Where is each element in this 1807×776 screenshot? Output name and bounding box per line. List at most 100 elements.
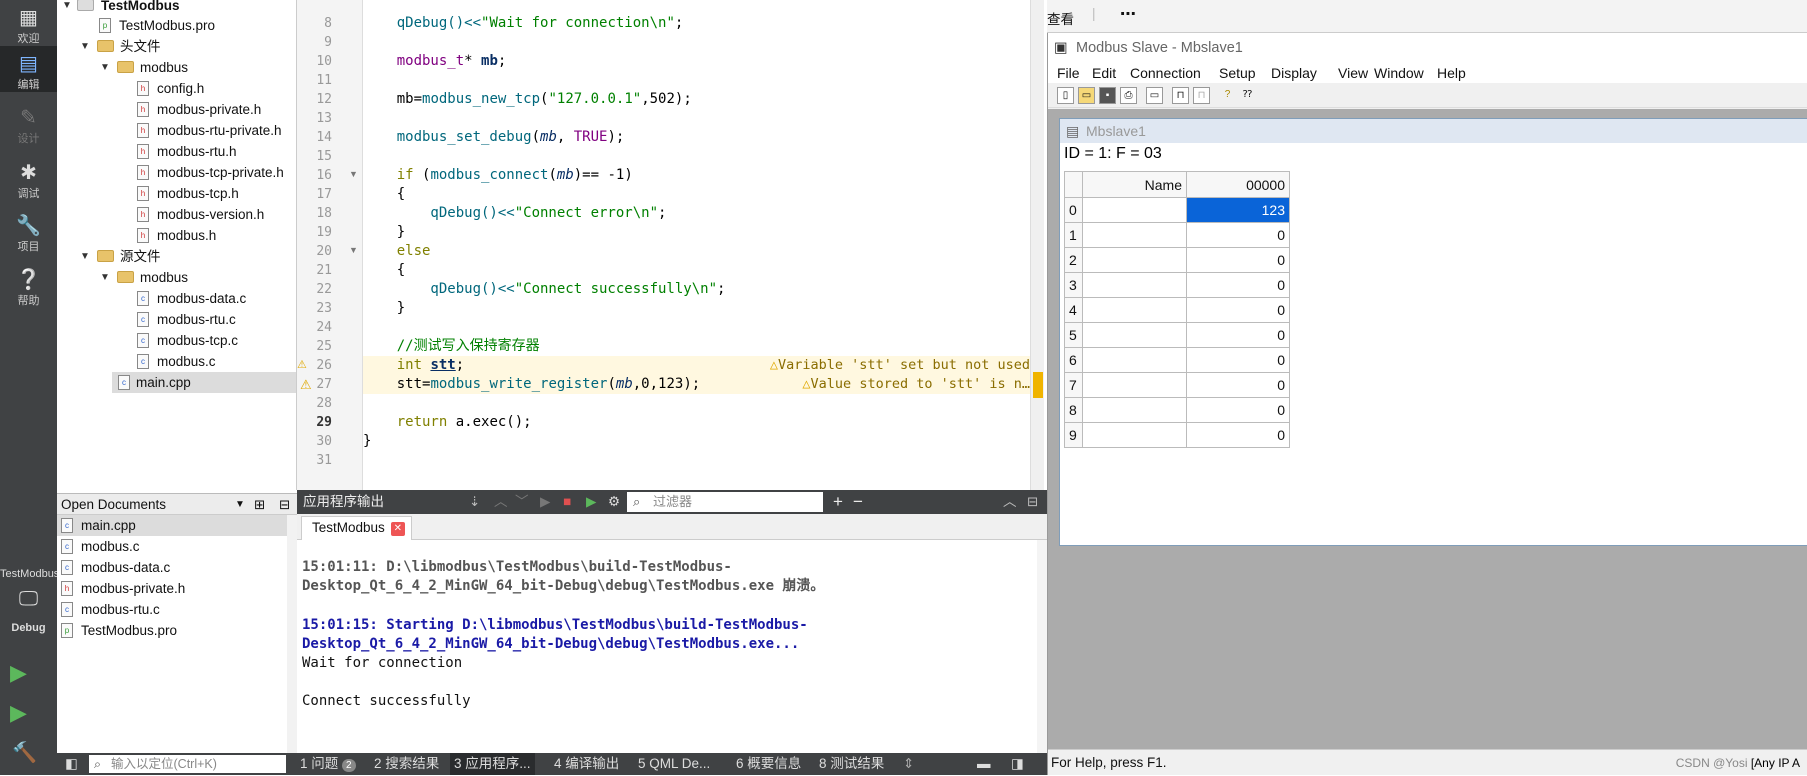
tree-file[interactable]: c modbus-rtu.c: [57, 309, 296, 330]
tree-file[interactable]: h modbus-rtu.h: [57, 141, 296, 162]
updown-icon[interactable]: ⇕: [903, 753, 914, 775]
name-cell[interactable]: [1082, 272, 1187, 298]
mode-edit[interactable]: ▤ 编辑: [0, 46, 57, 92]
close-icon[interactable]: ✕: [390, 522, 405, 536]
chevron-down-icon[interactable]: ▼: [99, 267, 111, 288]
tree-file[interactable]: h modbus-version.h: [57, 204, 296, 225]
warning-annotation[interactable]: △Value stored to 'stt' is n…: [802, 375, 1030, 394]
debug-run-icon[interactable]: ▶: [10, 700, 27, 726]
mode-design[interactable]: ✎ 设计: [0, 100, 57, 146]
name-cell[interactable]: [1082, 222, 1187, 248]
tree-headers-folder[interactable]: ▼ 头文件: [57, 36, 296, 57]
menu-file[interactable]: File: [1057, 63, 1080, 83]
disconnect-icon[interactable]: ⊓: [1193, 87, 1210, 104]
menu-setup[interactable]: Setup: [1219, 63, 1256, 83]
value-cell[interactable]: 123: [1186, 197, 1290, 223]
menu-connection[interactable]: Connection: [1130, 63, 1201, 83]
locator-input[interactable]: ⌕ 输入以定位(Ctrl+K): [89, 755, 286, 773]
tree-headers-modbus[interactable]: ▼ modbus: [57, 57, 296, 78]
warning-icon[interactable]: ⚠: [297, 358, 307, 371]
open-doc-item[interactable]: c modbus-data.c: [57, 557, 287, 578]
status-tab-search[interactable]: 2 搜索结果: [374, 753, 439, 775]
status-tab-issues[interactable]: 1 问题 2: [300, 753, 356, 775]
fold-marker-icon[interactable]: ▼: [349, 169, 358, 179]
mode-projects[interactable]: 🔧 项目: [0, 208, 57, 254]
stop-icon[interactable]: ■: [563, 490, 571, 514]
tree-sources-modbus[interactable]: ▼ modbus: [57, 267, 296, 288]
name-cell[interactable]: [1082, 297, 1187, 323]
gear-icon[interactable]: ⚙: [608, 490, 620, 514]
open-icon[interactable]: ▭: [1078, 87, 1095, 104]
name-cell[interactable]: [1082, 397, 1187, 423]
maximize-icon[interactable]: ︿: [1003, 490, 1017, 514]
tree-file[interactable]: h modbus-private.h: [57, 99, 296, 120]
attach-icon[interactable]: ⇣: [469, 490, 480, 514]
menu-display[interactable]: Display: [1271, 63, 1317, 83]
rerun-icon[interactable]: ▶: [540, 490, 550, 514]
status-tab-tests[interactable]: 8 测试结果: [819, 753, 884, 775]
debug-icon[interactable]: ▶: [586, 490, 596, 514]
value-cell[interactable]: 0: [1186, 272, 1290, 298]
run-icon[interactable]: ▶: [10, 660, 27, 686]
status-tab-app-output[interactable]: 3 应用程序...: [450, 753, 535, 775]
tree-file[interactable]: c modbus.c: [57, 351, 296, 372]
chevron-down-icon[interactable]: ▼: [99, 57, 111, 78]
split-icon[interactable]: ⊞: [254, 494, 265, 515]
warning-annotation[interactable]: △Variable 'stt' set but not used: [770, 356, 1030, 375]
tree-file[interactable]: c modbus-data.c: [57, 288, 296, 309]
value-cell[interactable]: 0: [1186, 422, 1290, 448]
code-editor[interactable]: qDebug()<<"Wait for connection\n"; modbu…: [363, 0, 1030, 490]
save-icon[interactable]: ▪: [1099, 87, 1116, 104]
output-scrollbar[interactable]: [1037, 540, 1047, 753]
chevron-down-icon[interactable]: ▼: [79, 36, 91, 57]
value-cell[interactable]: 0: [1186, 397, 1290, 423]
filter-input[interactable]: ⌕ 过滤器: [627, 492, 823, 512]
dropdown-icon[interactable]: ▼: [235, 494, 245, 515]
tree-sources-folder[interactable]: ▼ 源文件: [57, 246, 296, 267]
name-cell[interactable]: [1082, 322, 1187, 348]
chevron-down-icon[interactable]: ▼: [61, 0, 73, 16]
build-hammer-icon[interactable]: 🔨: [12, 740, 37, 765]
tree-project[interactable]: ▼ TestModbus: [57, 0, 296, 16]
panel-toggle-icon[interactable]: ◨: [1011, 753, 1024, 775]
open-doc-item[interactable]: h modbus-private.h: [57, 578, 287, 599]
close-pane-icon[interactable]: ⊟: [1027, 490, 1038, 514]
mode-help[interactable]: ❔ 帮助: [0, 262, 57, 308]
value-cell[interactable]: 0: [1186, 247, 1290, 273]
new-icon[interactable]: ▯: [1057, 87, 1074, 104]
name-cell[interactable]: [1082, 372, 1187, 398]
tree-file[interactable]: h modbus.h: [57, 225, 296, 246]
child-window-mbslave1[interactable]: ▤ Mbslave1 ID = 1: F = 03 Name 00000 0 123…: [1059, 118, 1807, 546]
tree-file[interactable]: h modbus-tcp-private.h: [57, 162, 296, 183]
mode-welcome[interactable]: ▦ 欢迎: [0, 0, 57, 46]
open-doc-item[interactable]: c modbus.c: [57, 536, 287, 557]
context-help-icon[interactable]: ⁇: [1239, 87, 1256, 104]
fold-marker-icon[interactable]: ▼: [349, 245, 358, 255]
tab-testmodbus[interactable]: TestModbus ✕: [301, 516, 412, 540]
tree-file[interactable]: c modbus-tcp.c: [57, 330, 296, 351]
mode-debug[interactable]: ✱ 调试: [0, 155, 57, 201]
open-doc-item[interactable]: c main.cpp: [57, 515, 287, 536]
tree-file[interactable]: h config.h: [57, 78, 296, 99]
editor-scrollbar[interactable]: [1030, 0, 1044, 490]
tree-file[interactable]: h modbus-tcp.h: [57, 183, 296, 204]
warning-marker[interactable]: [1033, 372, 1043, 398]
column-header-name[interactable]: Name: [1082, 171, 1187, 198]
more-icon[interactable]: ⋯: [1120, 4, 1136, 24]
print-icon[interactable]: ⎙: [1120, 87, 1137, 104]
value-cell[interactable]: 0: [1186, 222, 1290, 248]
menu-help[interactable]: Help: [1437, 63, 1466, 83]
tree-pro-file[interactable]: p TestModbus.pro: [57, 15, 296, 36]
value-cell[interactable]: 0: [1186, 347, 1290, 373]
menu-view[interactable]: View: [1338, 63, 1368, 83]
monitor-icon[interactable]: 🖵: [0, 588, 57, 611]
name-cell[interactable]: [1082, 197, 1187, 223]
tree-file[interactable]: h modbus-rtu-private.h: [57, 120, 296, 141]
connect-icon[interactable]: ⊓: [1172, 87, 1189, 104]
window-icon[interactable]: ▭: [1146, 87, 1163, 104]
open-docs-scrollbar[interactable]: [287, 515, 297, 753]
value-cell[interactable]: 0: [1186, 322, 1290, 348]
output-text[interactable]: 15:01:11: D:\libmodbus\TestModbus\build-…: [297, 540, 1037, 753]
about-icon[interactable]: ?: [1219, 87, 1236, 104]
open-doc-item[interactable]: p TestModbus.pro: [57, 620, 287, 641]
